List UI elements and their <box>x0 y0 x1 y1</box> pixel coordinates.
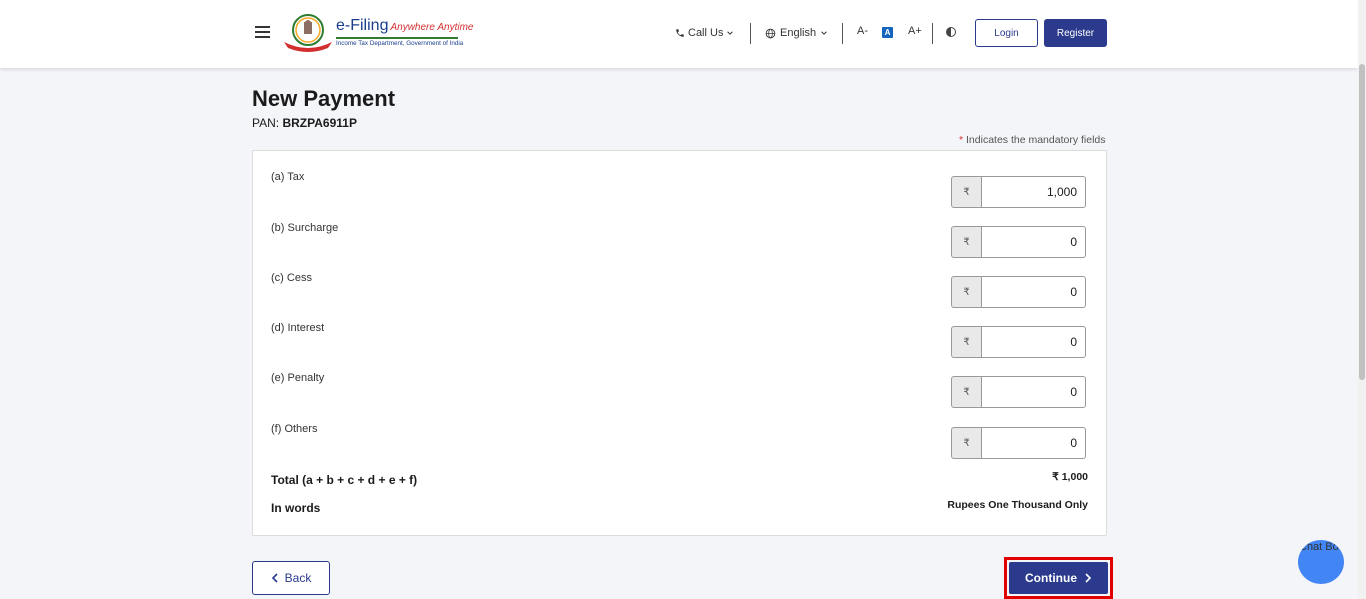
divider <box>932 23 933 44</box>
phone-icon <box>676 29 684 37</box>
rupee-icon: ₹ <box>951 326 981 358</box>
total-label: Total (a + b + c + d + e + f) <box>271 473 418 487</box>
cess-amount-field: ₹ <box>951 276 1086 308</box>
logo-subtitle: Income Tax Department, Government of Ind… <box>336 40 464 47</box>
back-button[interactable]: Back <box>252 561 330 595</box>
rupee-icon: ₹ <box>951 376 981 408</box>
total-value: ₹ 1,000 <box>1052 471 1088 483</box>
interest-amount-field: ₹ <box>951 326 1086 358</box>
site-header: e-Filing Anywhere Anytime Income Tax Depa… <box>0 0 1358 68</box>
emblem-icon <box>284 14 332 52</box>
others-amount-field: ₹ <box>951 427 1086 459</box>
rupee-icon: ₹ <box>951 226 981 258</box>
page-title: New Payment <box>252 86 396 111</box>
others-input[interactable] <box>981 427 1086 459</box>
language-dropdown[interactable]: English <box>765 27 828 39</box>
register-button[interactable]: Register <box>1044 19 1107 47</box>
continue-highlight: Continue <box>1004 557 1113 599</box>
interest-input[interactable] <box>981 326 1086 358</box>
call-us-label: Call Us <box>688 27 724 39</box>
penalty-label: (e) Penalty <box>271 372 325 384</box>
rupee-icon: ₹ <box>951 176 981 208</box>
continue-label: Continue <box>1025 571 1077 585</box>
others-label: (f) Others <box>271 423 318 435</box>
efiling-logo[interactable]: e-Filing Anywhere Anytime Income Tax Depa… <box>282 14 473 52</box>
language-label: English <box>780 27 817 39</box>
divider <box>842 23 843 44</box>
font-decrease-button[interactable]: A- <box>857 25 868 37</box>
mandatory-star: * <box>959 134 964 146</box>
chatbot-alt-text: Chat Bot <box>1299 541 1342 553</box>
logo-underline <box>336 37 458 39</box>
surcharge-label: (b) Surcharge <box>271 222 339 234</box>
scrollbar-thumb[interactable] <box>1359 64 1365 380</box>
font-increase-button[interactable]: A+ <box>908 25 922 37</box>
in-words-label: In words <box>271 501 321 515</box>
pan-info: PAN: BRZPA6911P <box>252 116 357 130</box>
login-button[interactable]: Login <box>975 19 1038 47</box>
divider <box>750 23 751 44</box>
mandatory-note: * Indicates the mandatory fields <box>959 134 1106 146</box>
tax-label: (a) Tax <box>271 171 305 183</box>
pan-label: PAN: <box>252 116 280 130</box>
chevron-left-icon <box>271 573 278 583</box>
payment-breakup-card: (a) Tax ₹ (b) Surcharge ₹ (c) Cess ₹ (d)… <box>252 150 1107 536</box>
logo-title: e-Filing Anywhere Anytime <box>336 17 474 34</box>
pan-value: BRZPA6911P <box>282 116 357 130</box>
page-scrollbar[interactable] <box>1358 0 1366 599</box>
continue-button[interactable]: Continue <box>1009 562 1108 594</box>
globe-icon <box>765 28 776 38</box>
tax-amount-field: ₹ <box>951 176 1086 208</box>
call-us-dropdown[interactable]: Call Us <box>675 27 734 39</box>
penalty-input[interactable] <box>981 376 1086 408</box>
contrast-toggle-icon[interactable] <box>946 27 956 37</box>
chevron-down-icon <box>727 31 734 35</box>
cess-input[interactable] <box>981 276 1086 308</box>
surcharge-input[interactable] <box>981 226 1086 258</box>
rupee-icon: ₹ <box>951 276 981 308</box>
in-words-value: Rupees One Thousand Only <box>947 499 1088 511</box>
rupee-icon: ₹ <box>951 427 981 459</box>
chevron-down-icon <box>821 31 827 35</box>
mandatory-text: Indicates the mandatory fields <box>966 134 1106 146</box>
hamburger-menu-icon[interactable] <box>255 26 270 38</box>
interest-label: (d) Interest <box>271 322 325 334</box>
font-default-button[interactable]: A <box>882 27 893 38</box>
surcharge-amount-field: ₹ <box>951 226 1086 258</box>
chevron-right-icon <box>1085 573 1092 583</box>
chatbot-button[interactable]: Chat Bot <box>1298 540 1344 584</box>
cess-label: (c) Cess <box>271 272 312 284</box>
tax-input[interactable] <box>981 176 1086 208</box>
penalty-amount-field: ₹ <box>951 376 1086 408</box>
back-label: Back <box>284 571 312 585</box>
